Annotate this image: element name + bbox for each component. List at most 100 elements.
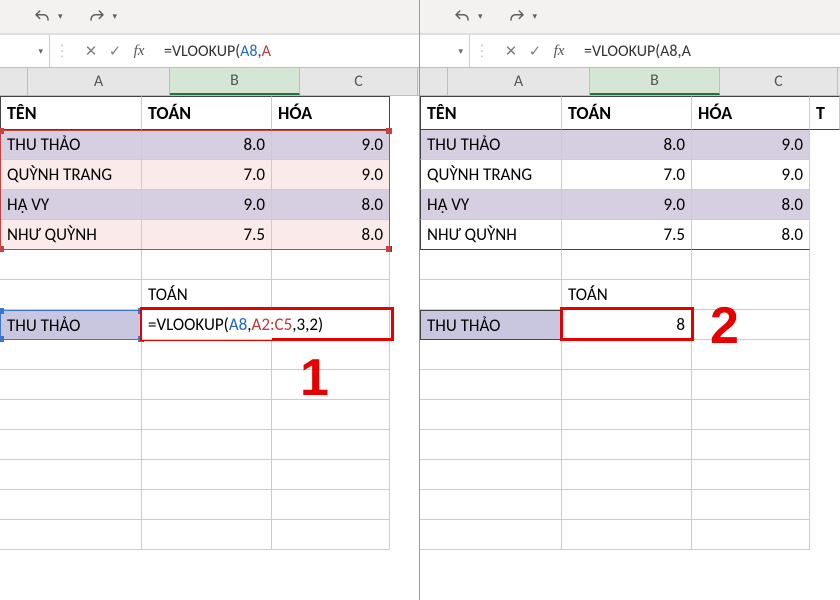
select-all-corner[interactable] bbox=[420, 68, 448, 95]
empty-cell[interactable] bbox=[0, 340, 142, 370]
col-header-c[interactable]: C bbox=[300, 68, 418, 95]
header-math[interactable]: TOÁN bbox=[142, 96, 272, 130]
cell-b3[interactable]: 7.0 bbox=[562, 160, 692, 190]
empty-cell[interactable] bbox=[692, 370, 810, 400]
empty-cell[interactable] bbox=[420, 400, 562, 430]
formula-bar-input[interactable]: =VLOOKUP(A8,A bbox=[156, 42, 419, 61]
cell-a2[interactable]: THU THẢO bbox=[0, 130, 142, 160]
cell-b6[interactable] bbox=[562, 250, 692, 280]
cell-a6[interactable] bbox=[0, 250, 142, 280]
col-header-a[interactable]: A bbox=[448, 68, 590, 95]
cell-c6[interactable] bbox=[692, 250, 810, 280]
empty-cell[interactable] bbox=[142, 400, 272, 430]
cell-a7[interactable] bbox=[0, 280, 142, 310]
empty-cell[interactable] bbox=[562, 400, 692, 430]
empty-cell[interactable] bbox=[142, 430, 272, 460]
confirm-formula-button[interactable]: ✓ bbox=[104, 40, 126, 62]
empty-cell[interactable] bbox=[0, 490, 142, 520]
empty-cell[interactable] bbox=[142, 370, 272, 400]
header-extra[interactable]: T bbox=[810, 96, 840, 130]
cell-c4[interactable]: 8.0 bbox=[692, 190, 810, 220]
empty-cell[interactable] bbox=[272, 430, 390, 460]
empty-cell[interactable] bbox=[142, 490, 272, 520]
redo-button[interactable] bbox=[505, 5, 529, 29]
cell-c2[interactable]: 9.0 bbox=[272, 130, 390, 160]
worksheet-grid[interactable]: TÊN TOÁN HÓA T THU THẢO 8.0 9.0 QUỲNH TR… bbox=[420, 96, 840, 600]
empty-cell[interactable] bbox=[562, 520, 692, 550]
empty-cell[interactable] bbox=[0, 460, 142, 490]
empty-cell[interactable] bbox=[420, 460, 562, 490]
empty-cell[interactable] bbox=[562, 340, 692, 370]
empty-cell[interactable] bbox=[562, 490, 692, 520]
header-chem[interactable]: HÓA bbox=[272, 96, 390, 130]
empty-cell[interactable] bbox=[562, 460, 692, 490]
formula-bar-input[interactable]: =VLOOKUP(A8,A bbox=[576, 42, 840, 61]
empty-cell[interactable] bbox=[272, 520, 390, 550]
empty-cell[interactable] bbox=[272, 490, 390, 520]
cell-b3[interactable]: 7.0 bbox=[142, 160, 272, 190]
col-header-a[interactable]: A bbox=[28, 68, 170, 95]
cell-a6[interactable] bbox=[420, 250, 562, 280]
cell-a3[interactable]: QUỲNH TRANG bbox=[420, 160, 562, 190]
empty-cell[interactable] bbox=[142, 340, 272, 370]
cell-b5[interactable]: 7.5 bbox=[142, 220, 272, 250]
cell-b5[interactable]: 7.5 bbox=[562, 220, 692, 250]
undo-button[interactable] bbox=[30, 5, 54, 29]
name-box[interactable]: ▾ bbox=[0, 35, 50, 67]
cell-b7[interactable]: TOÁN bbox=[562, 280, 692, 310]
cell-a5[interactable]: NHƯ QUỲNH bbox=[420, 220, 562, 250]
cell-a8[interactable]: THU THẢO bbox=[0, 310, 142, 340]
cell-b7[interactable]: TOÁN bbox=[142, 280, 272, 310]
empty-cell[interactable] bbox=[420, 340, 562, 370]
empty-cell[interactable] bbox=[272, 340, 390, 370]
cell-b2[interactable]: 8.0 bbox=[562, 130, 692, 160]
header-name[interactable]: TÊN bbox=[420, 96, 562, 130]
cell-b6[interactable] bbox=[142, 250, 272, 280]
empty-cell[interactable] bbox=[420, 490, 562, 520]
col-header-b[interactable]: B bbox=[170, 68, 300, 95]
header-chem[interactable]: HÓA bbox=[692, 96, 810, 130]
redo-button[interactable] bbox=[85, 5, 109, 29]
cell-a5[interactable]: NHƯ QUỲNH bbox=[0, 220, 142, 250]
cell-b4[interactable]: 9.0 bbox=[562, 190, 692, 220]
cell-c5[interactable]: 8.0 bbox=[692, 220, 810, 250]
empty-cell[interactable] bbox=[562, 370, 692, 400]
insert-function-button[interactable]: fx bbox=[548, 40, 570, 62]
empty-cell[interactable] bbox=[142, 520, 272, 550]
cell-c5[interactable]: 8.0 bbox=[272, 220, 390, 250]
header-name[interactable]: TÊN bbox=[0, 96, 142, 130]
cell-c6[interactable] bbox=[272, 250, 390, 280]
cell-a8[interactable]: THU THẢO bbox=[420, 310, 562, 340]
empty-cell[interactable] bbox=[272, 400, 390, 430]
cell-c2[interactable]: 9.0 bbox=[692, 130, 810, 160]
worksheet-grid[interactable]: TÊN TOÁN HÓA THU THẢO 8.0 9.0 QUỲNH TRAN… bbox=[0, 96, 419, 600]
empty-cell[interactable] bbox=[272, 460, 390, 490]
col-header-c[interactable]: C bbox=[720, 68, 838, 95]
empty-cell[interactable] bbox=[692, 490, 810, 520]
empty-cell[interactable] bbox=[692, 400, 810, 430]
header-math[interactable]: TOÁN bbox=[562, 96, 692, 130]
cell-b8-result[interactable]: 8 bbox=[562, 310, 692, 340]
empty-cell[interactable] bbox=[692, 520, 810, 550]
cell-c7[interactable] bbox=[272, 280, 390, 310]
cell-b2[interactable]: 8.0 bbox=[142, 130, 272, 160]
empty-cell[interactable] bbox=[562, 430, 692, 460]
empty-cell[interactable] bbox=[420, 430, 562, 460]
empty-cell[interactable] bbox=[272, 370, 390, 400]
name-box[interactable]: ▾ bbox=[420, 35, 470, 67]
empty-cell[interactable] bbox=[420, 520, 562, 550]
empty-cell[interactable] bbox=[0, 370, 142, 400]
empty-cell[interactable] bbox=[142, 460, 272, 490]
cancel-formula-button[interactable]: ✕ bbox=[500, 40, 522, 62]
cell-b4[interactable]: 9.0 bbox=[142, 190, 272, 220]
empty-cell[interactable] bbox=[420, 370, 562, 400]
empty-cell[interactable] bbox=[0, 520, 142, 550]
cell-a7[interactable] bbox=[420, 280, 562, 310]
undo-button[interactable] bbox=[450, 5, 474, 29]
cell-a3[interactable]: QUỲNH TRANG bbox=[0, 160, 142, 190]
cell-c3[interactable]: 9.0 bbox=[272, 160, 390, 190]
empty-cell[interactable] bbox=[692, 430, 810, 460]
cell-a4[interactable]: HẠ VY bbox=[0, 190, 142, 220]
empty-cell[interactable] bbox=[0, 400, 142, 430]
empty-cell[interactable] bbox=[692, 460, 810, 490]
